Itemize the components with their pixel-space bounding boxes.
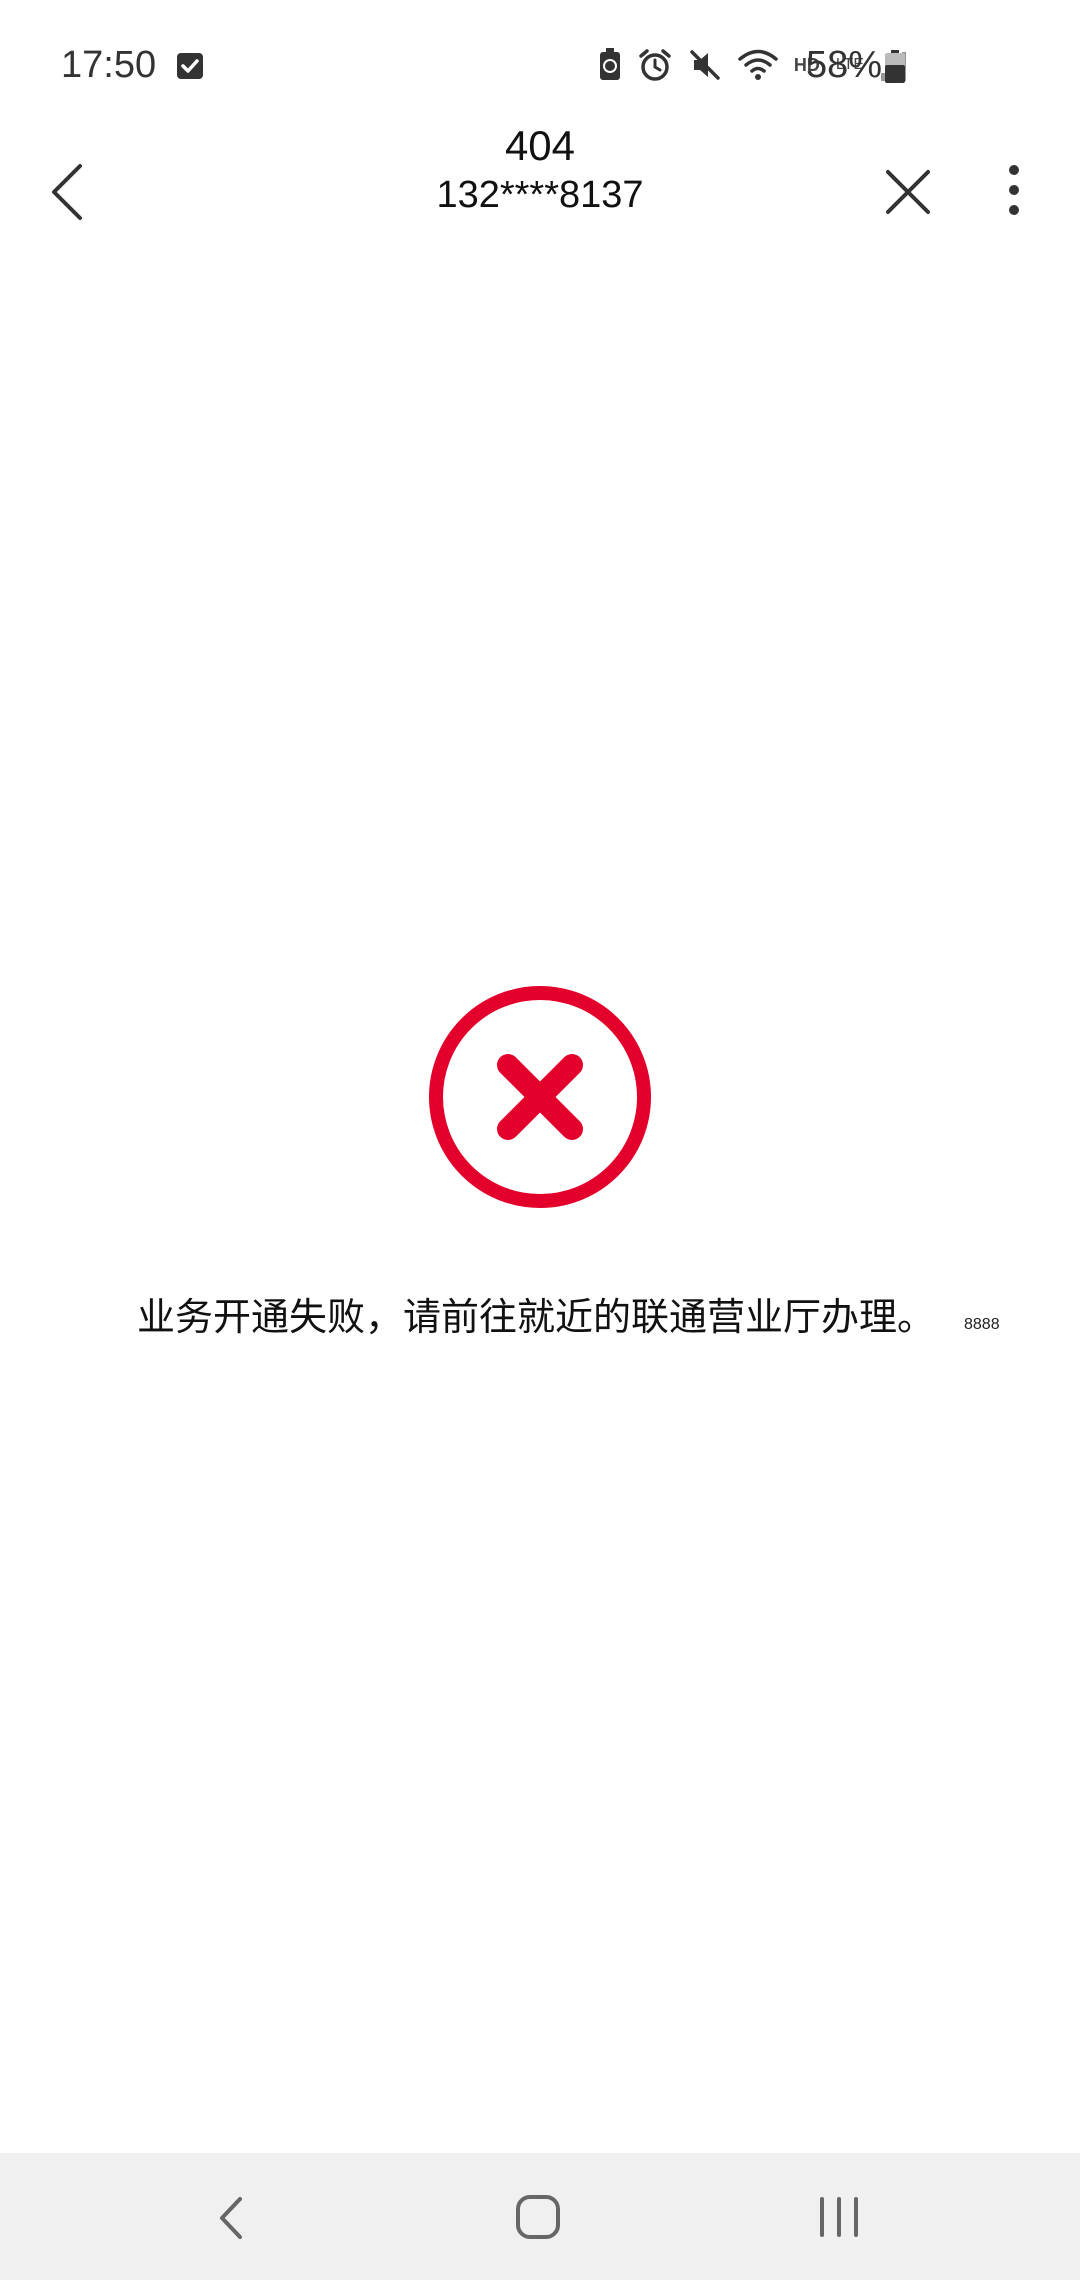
title-block: 404 132****8137 [340,120,740,218]
back-button[interactable] [40,140,96,240]
page-subtitle: 132****8137 [436,174,644,216]
error-icon [429,986,651,1208]
nav-recents-icon[interactable] [812,2189,866,2245]
page-title: 404 [504,122,576,169]
close-button[interactable] [876,142,940,238]
status-time: 17:50 [61,44,157,86]
error-message-row: 业务开通失败，请前往就近的联通营业厅办理。 8888 [0,1290,1080,1350]
battery-saver-icon [599,48,620,80]
nav-home-icon[interactable] [510,2189,566,2245]
nav-back-icon[interactable] [208,2191,258,2245]
navigation-bar [0,2153,1080,2280]
status-bar: 17:50 HD LTE 58% [0,0,1080,136]
app-bar: 404 132****8137 [0,120,1080,240]
error-code: 8888 [964,1316,1000,1333]
more-options-button[interactable] [990,142,1038,238]
mute-icon [690,50,720,80]
battery-percent: 58% [806,44,883,86]
alarm-icon [639,49,671,81]
checkbox-icon [177,53,203,79]
error-message: 业务开通失败，请前往就近的联通营业厅办理。 [137,1295,936,1339]
wifi-icon [738,49,778,80]
battery-icon [885,50,905,83]
